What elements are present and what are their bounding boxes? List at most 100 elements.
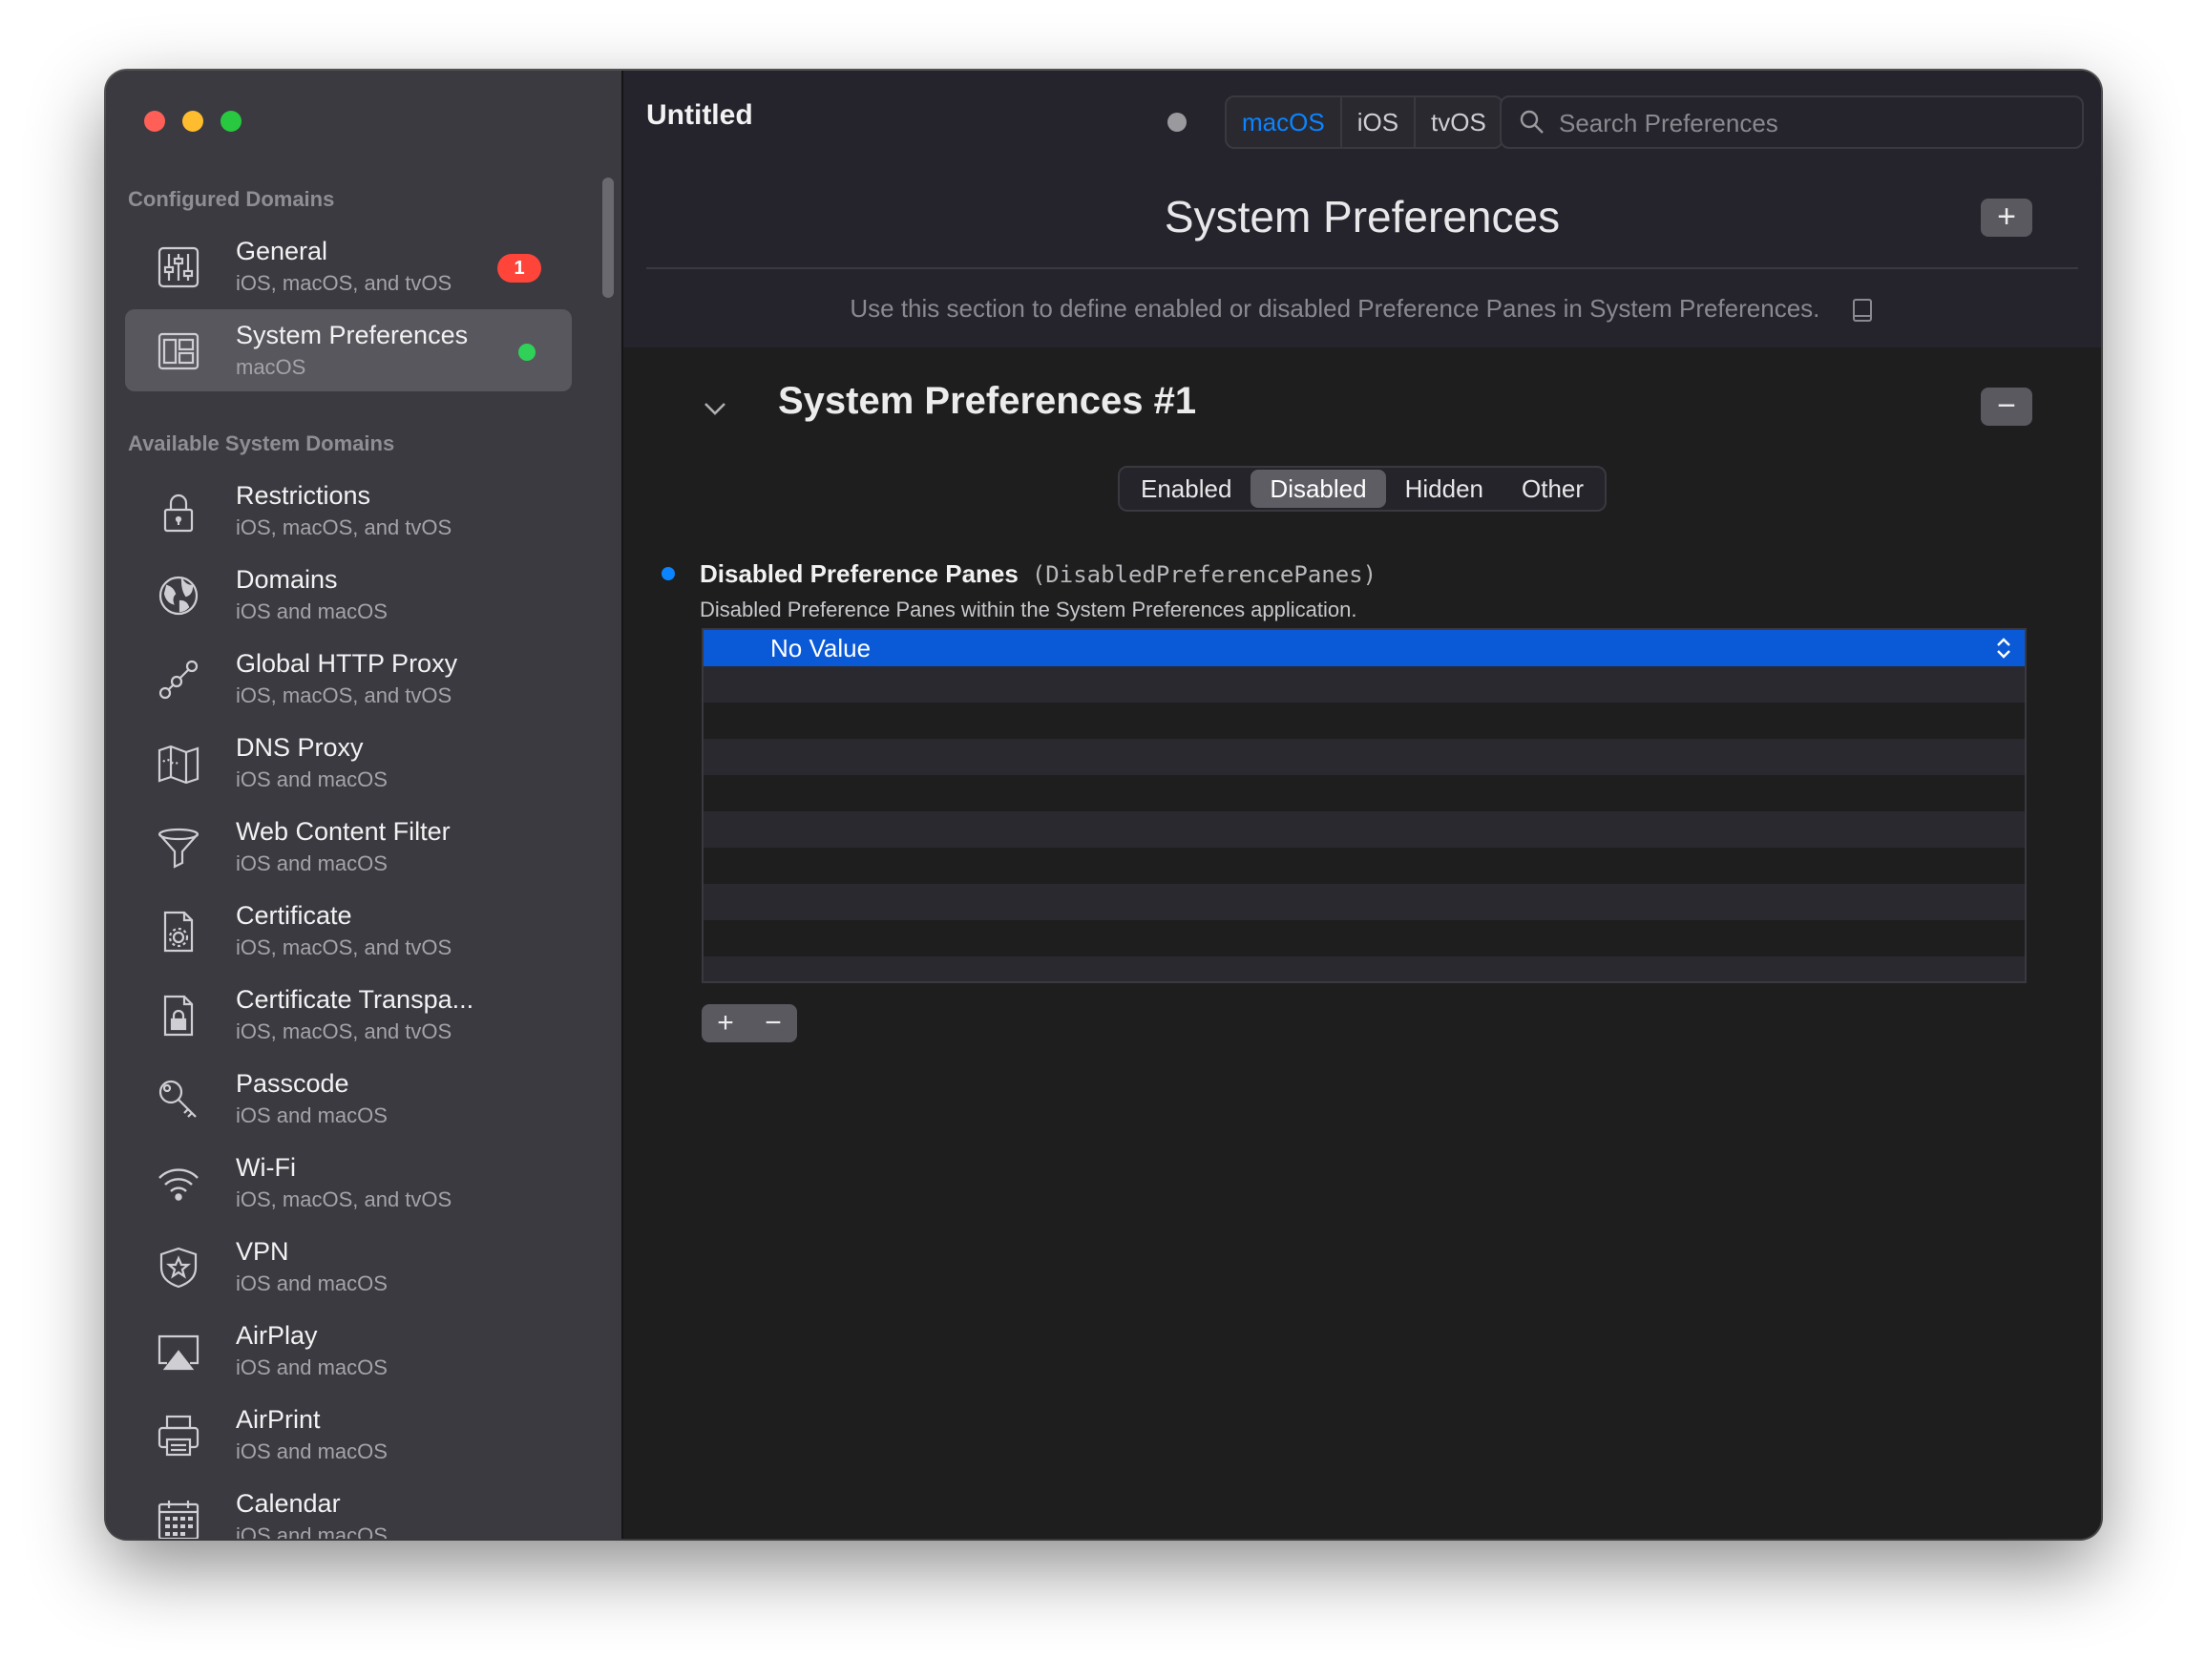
sidebar-item-label: AirPlay (236, 1321, 318, 1350)
platform-tab-macos[interactable]: macOS (1227, 97, 1342, 147)
shield-star-icon (156, 1245, 201, 1291)
sidebar-item-certificate-transparency[interactable]: Certificate Transpa... iOS, macOS, and t… (125, 974, 572, 1056)
sidebar-item-vpn[interactable]: VPN iOS and macOS (125, 1226, 572, 1308)
document-status-dot (1167, 113, 1187, 132)
sidebar-item-platforms: iOS, macOS, and tvOS (236, 515, 452, 539)
list-row-empty (704, 956, 2025, 981)
sidebar-item-dns-proxy[interactable]: DNS Proxy iOS and macOS (125, 722, 572, 804)
sidebar-item-system-preferences[interactable]: System Preferences macOS (125, 309, 572, 391)
search-field (1500, 95, 2084, 149)
sidebar-item-airprint[interactable]: AirPrint iOS and macOS (125, 1394, 572, 1476)
sidebar-item-platforms: iOS and macOS (236, 1103, 388, 1127)
sidebar-scrollbar[interactable] (602, 178, 614, 298)
pane-description: Use this section to define enabled or di… (623, 294, 2101, 324)
list-item[interactable]: No Value (704, 630, 2025, 666)
sidebar-item-platforms: iOS, macOS, and tvOS (236, 1187, 452, 1211)
list-item-value: No Value (770, 634, 872, 662)
tab-hidden[interactable]: Hidden (1386, 470, 1503, 508)
minimize-window-button[interactable] (182, 111, 203, 132)
sidebar-item-platforms: iOS, macOS, and tvOS (236, 271, 452, 295)
add-payload-button[interactable]: + (1981, 199, 2032, 237)
certificate-gear-icon (156, 909, 201, 955)
search-input[interactable] (1557, 105, 2057, 141)
tab-disabled[interactable]: Disabled (1251, 470, 1386, 508)
sidebar-item-label: Global HTTP Proxy (236, 649, 458, 678)
close-window-button[interactable] (144, 111, 165, 132)
proxy-nodes-icon (156, 657, 201, 703)
list-remove-button[interactable]: − (749, 1004, 797, 1042)
updown-chevron-icon[interactable] (1994, 636, 2013, 661)
key-icon (156, 1077, 201, 1123)
sidebar-item-domains[interactable]: Domains iOS and macOS (125, 554, 572, 636)
globe-icon (156, 573, 201, 619)
remove-payload-button[interactable]: − (1981, 388, 2032, 426)
wifi-icon (156, 1161, 201, 1207)
zoom-window-button[interactable] (221, 111, 242, 132)
enabled-indicator-dot[interactable] (662, 567, 675, 580)
printer-icon (156, 1413, 201, 1459)
sidebar-item-label: Passcode (236, 1069, 349, 1098)
sidebar-item-label: AirPrint (236, 1405, 321, 1434)
funnel-icon (156, 825, 201, 871)
sidebar-item-platforms: iOS and macOS (236, 599, 388, 623)
sidebar-item-label: VPN (236, 1237, 289, 1266)
issue-count-badge: 1 (497, 254, 541, 283)
sidebar-item-label: General (236, 237, 328, 265)
sidebar-item-restrictions[interactable]: Restrictions iOS, macOS, and tvOS (125, 470, 572, 552)
list-row-empty (704, 848, 2025, 884)
chevron-down-icon[interactable] (700, 393, 730, 424)
list-row-empty (704, 920, 2025, 956)
sidebar-item-global-http-proxy[interactable]: Global HTTP Proxy iOS, macOS, and tvOS (125, 638, 572, 720)
sidebar-item-airplay[interactable]: AirPlay iOS and macOS (125, 1310, 572, 1392)
sidebar-item-platforms: iOS, macOS, and tvOS (236, 1019, 452, 1043)
sidebar-item-label: Certificate (236, 901, 352, 930)
header-divider (646, 267, 2078, 269)
list-add-remove-control: + − (702, 1004, 797, 1042)
sidebar-item-platforms: iOS and macOS (236, 767, 388, 791)
certificate-lock-icon (156, 993, 201, 1039)
disabled-panes-list: No Value (702, 628, 2027, 983)
sidebar-item-platforms: iOS and macOS (236, 1523, 388, 1539)
sidebar-item-label: Web Content Filter (236, 817, 451, 846)
sidebar-item-platforms: macOS (236, 355, 306, 379)
book-icon[interactable] (1850, 297, 1875, 324)
sidebar-item-passcode[interactable]: Passcode iOS and macOS (125, 1058, 572, 1140)
sidebar-item-label: DNS Proxy (236, 733, 364, 762)
calendar-icon (156, 1497, 201, 1539)
platform-tab-tvos[interactable]: tvOS (1416, 97, 1502, 147)
sidebar-item-wifi[interactable]: Wi-Fi iOS, macOS, and tvOS (125, 1142, 572, 1224)
sidebar-item-platforms: iOS, macOS, and tvOS (236, 683, 452, 707)
sidebar-item-platforms: iOS and macOS (236, 851, 388, 875)
list-row-empty (704, 811, 2025, 848)
tab-enabled[interactable]: Enabled (1122, 470, 1251, 508)
sidebar-item-certificate[interactable]: Certificate iOS, macOS, and tvOS (125, 890, 572, 972)
main-content: Untitled macOS iOS tvOS System Preferenc… (623, 71, 2101, 1539)
sidebar-item-label: Calendar (236, 1489, 341, 1518)
app-window: Configured Domains General iOS, macOS, a… (106, 71, 2101, 1539)
tab-other[interactable]: Other (1503, 470, 1603, 508)
list-add-button[interactable]: + (702, 1004, 749, 1042)
sidebar-item-label: Wi-Fi (236, 1153, 296, 1182)
sidebar-item-calendar[interactable]: Calendar iOS and macOS (125, 1478, 572, 1539)
preference-pane-icon (156, 328, 201, 374)
sidebar-item-label: Domains (236, 565, 338, 594)
pane-header: Untitled macOS iOS tvOS System Preferenc… (623, 71, 2101, 347)
lock-icon (156, 489, 201, 535)
pane-title: System Preferences (1164, 192, 1561, 242)
preference-key: (DisabledPreferencePanes) (1031, 561, 1377, 588)
sidebar-item-web-content-filter[interactable]: Web Content Filter iOS and macOS (125, 806, 572, 888)
list-row-empty (704, 739, 2025, 775)
sidebar-item-platforms: iOS and macOS (236, 1355, 388, 1379)
payload-section-title: System Preferences #1 (778, 380, 1197, 422)
sidebar-item-general[interactable]: General iOS, macOS, and tvOS 1 (125, 225, 572, 307)
platform-tab-ios[interactable]: iOS (1342, 97, 1417, 147)
sidebar-item-platforms: iOS and macOS (236, 1439, 388, 1463)
sidebar-item-platforms: iOS and macOS (236, 1271, 388, 1295)
pane-description-text: Use this section to define enabled or di… (850, 294, 1820, 323)
list-row-empty (704, 775, 2025, 811)
platform-selector: macOS iOS tvOS (1225, 95, 1503, 149)
pane-state-tabs: Enabled Disabled Hidden Other (1118, 466, 1608, 512)
sidebar: Configured Domains General iOS, macOS, a… (106, 71, 623, 1539)
airplay-icon (156, 1329, 201, 1375)
sidebar-item-label: Certificate Transpa... (236, 985, 474, 1014)
